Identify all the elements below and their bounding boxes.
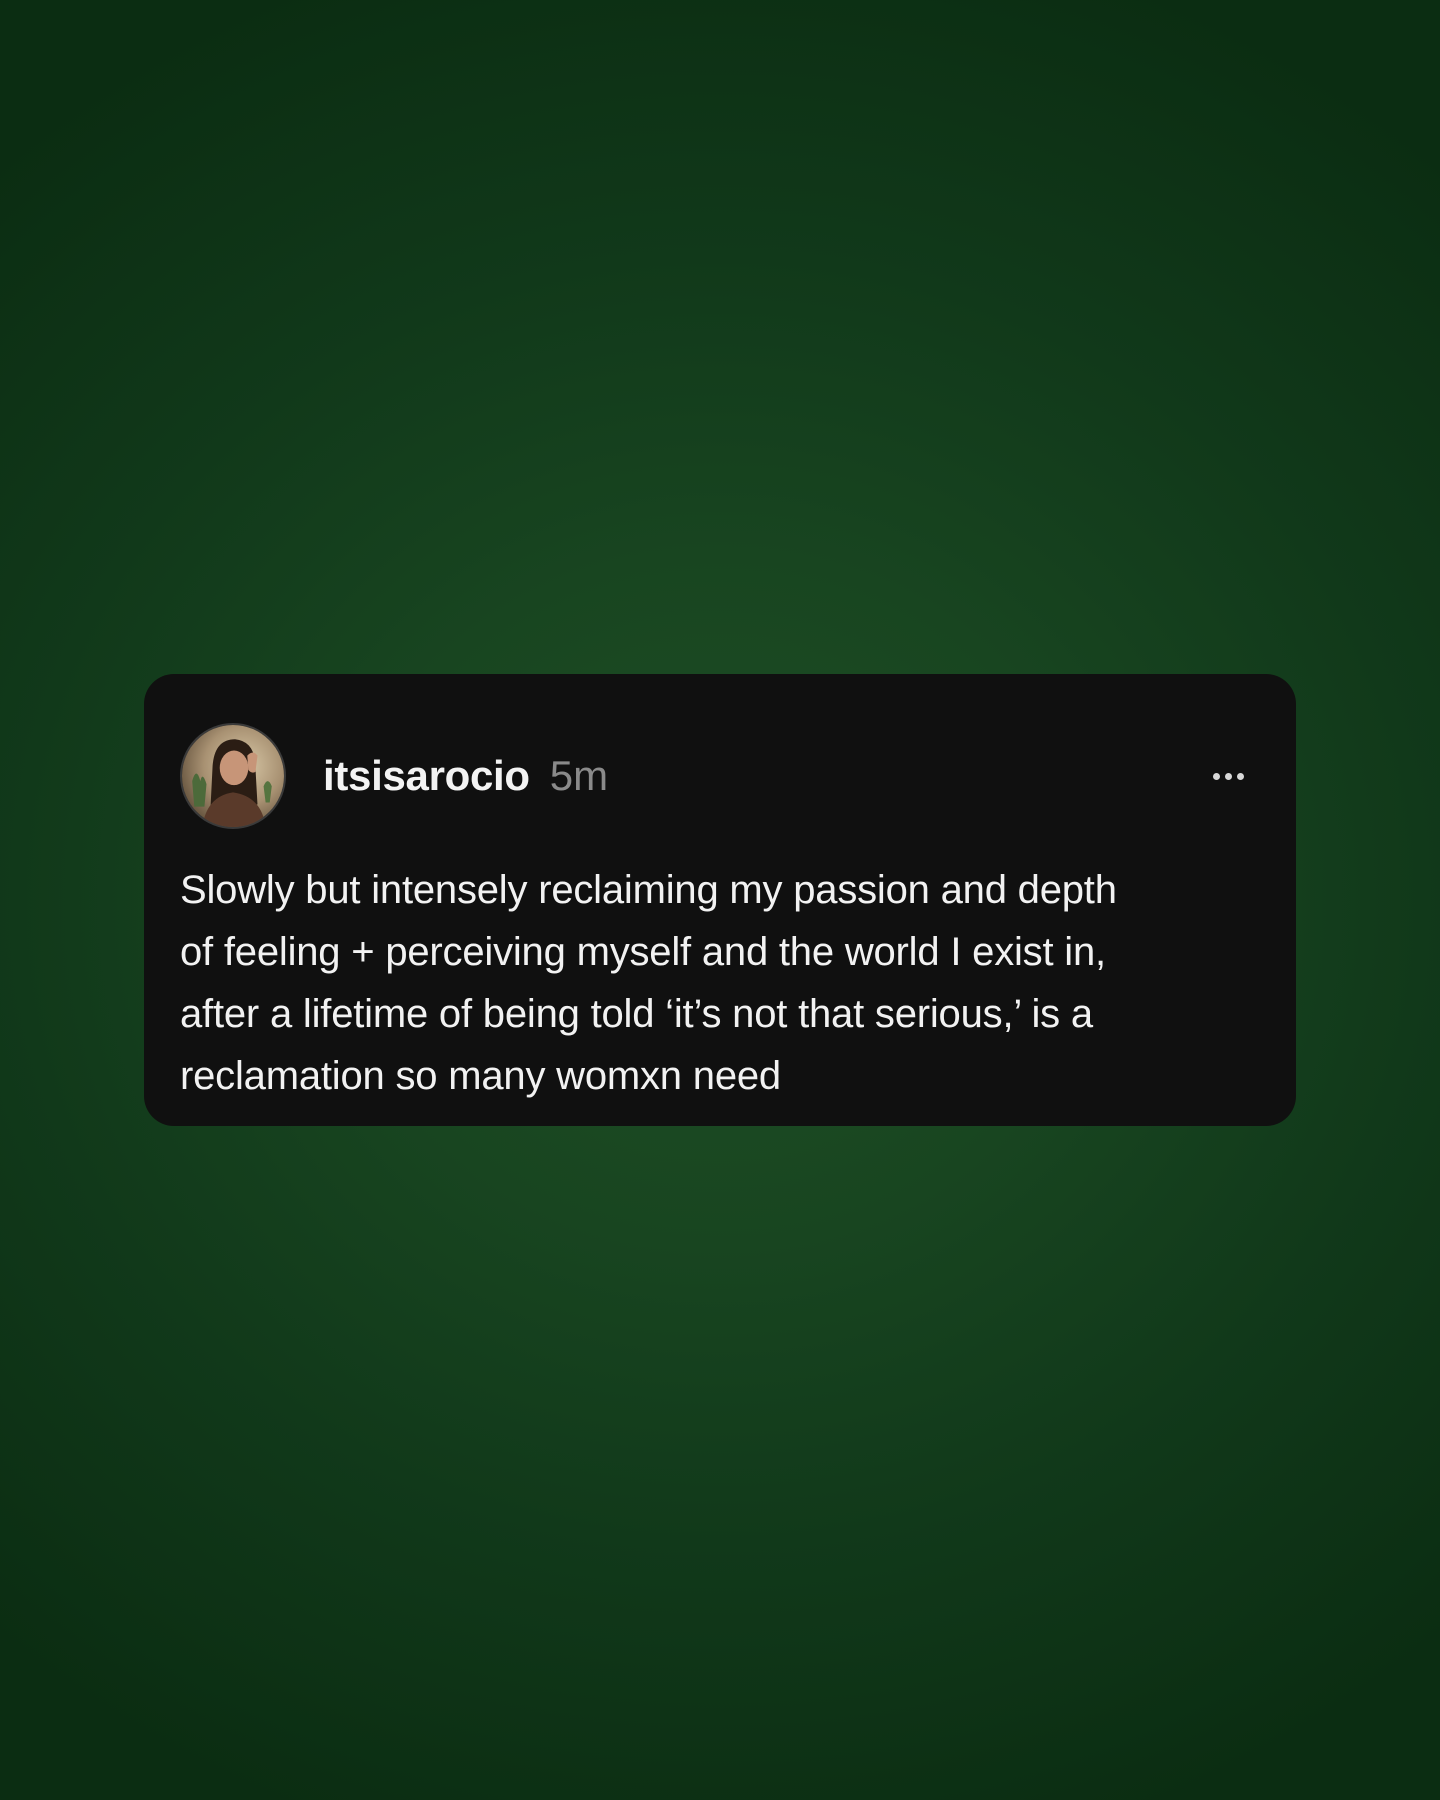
username[interactable]: itsisarocio <box>323 752 530 800</box>
more-options-button[interactable] <box>1211 763 1246 790</box>
post-card: itsisarocio 5m Slowly but intensely recl… <box>144 674 1296 1126</box>
more-horizontal-icon <box>1213 772 1220 780</box>
timestamp: 5m <box>549 752 609 799</box>
avatar[interactable] <box>180 723 286 829</box>
more-horizontal-icon-dot <box>1225 772 1232 780</box>
post-text-line: Slowly but intensely reclaiming my passi… <box>180 868 1117 912</box>
post-text-line: after a lifetime of being told ‘it’s not… <box>180 992 1093 1036</box>
post-text: Slowly but intensely reclaiming my passi… <box>180 859 1265 1107</box>
more-horizontal-icon-dot <box>1237 772 1244 780</box>
post-text-line: of feeling + perceiving myself and the w… <box>180 930 1106 974</box>
avatar-photo <box>182 725 284 827</box>
post-text-line: reclamation so many womxn need <box>180 1054 781 1098</box>
post-header: itsisarocio 5m <box>180 723 1260 829</box>
